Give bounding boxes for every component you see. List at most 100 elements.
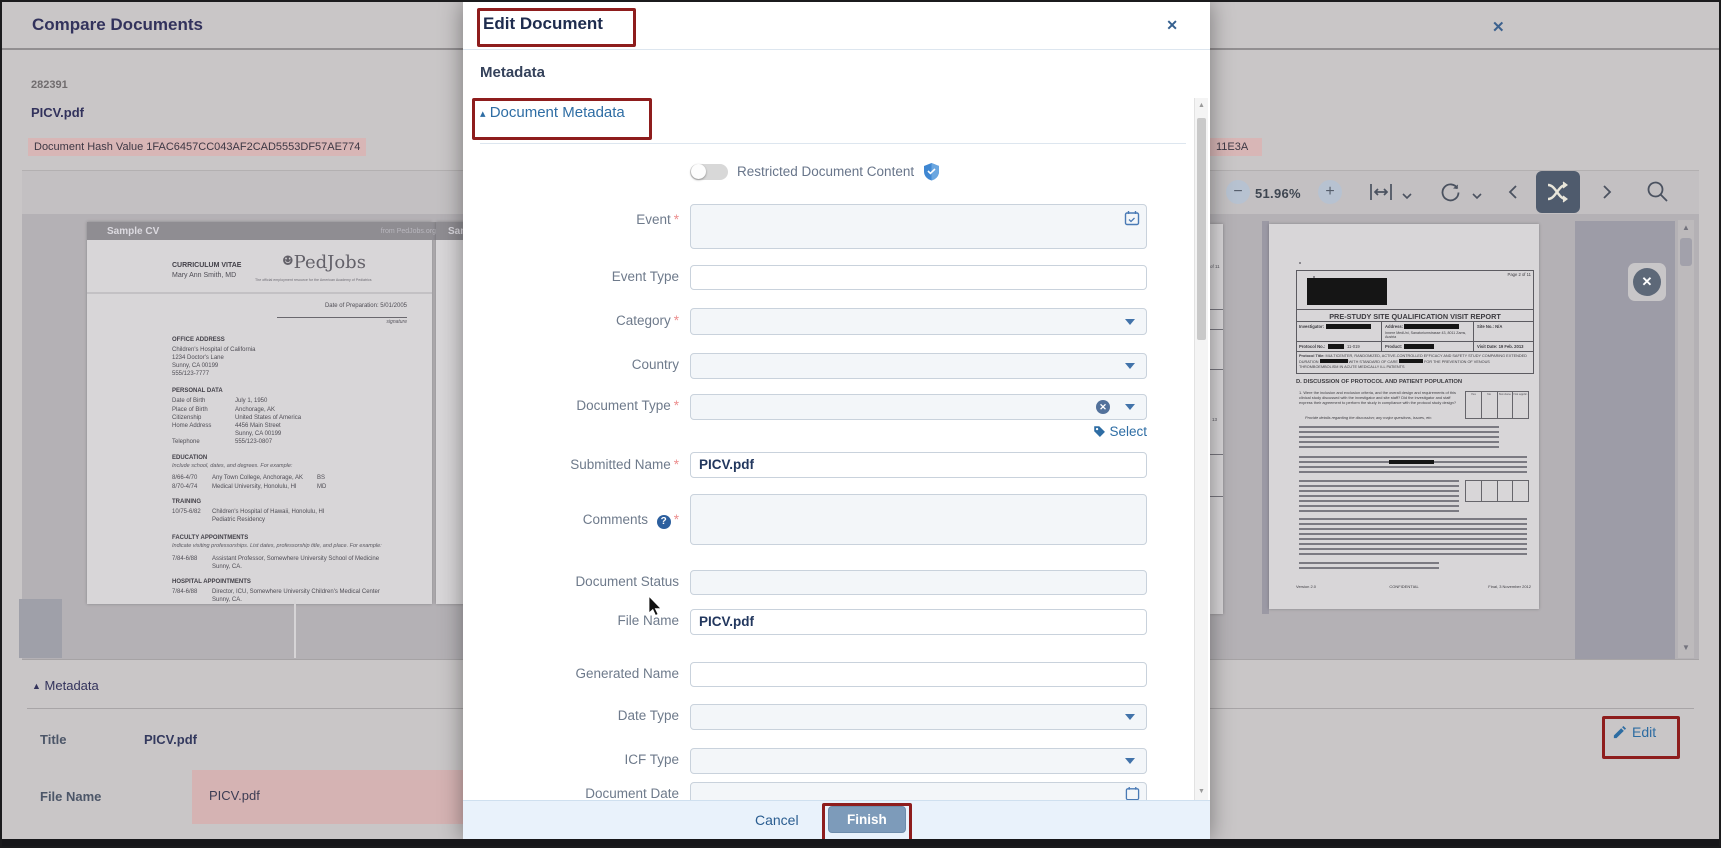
compare-swap-button[interactable] [1536, 171, 1580, 213]
cv-line: MD [317, 483, 326, 491]
cell-border [1473, 322, 1474, 341]
cv-line: Any Town College, Anchorage, AK [212, 474, 303, 482]
previous-page-icon[interactable] [1506, 183, 1520, 206]
scrollbar-thumb[interactable] [1680, 238, 1692, 266]
document-status-label-row: Document Status [523, 574, 679, 589]
close-icon: ✕ [1633, 268, 1661, 296]
rotate-options-chevron-down-icon[interactable] [1471, 188, 1483, 206]
report-cell-text: Innere MedUni, Sanatoriumstrasse 43, 801… [1385, 331, 1470, 340]
cv-line: Director, ICU, Somewhere University Chil… [212, 588, 380, 596]
report-cell-label: Protocol Title: [1299, 354, 1324, 358]
metadata-row-filename-value: PICV.pdf [209, 788, 260, 803]
window-close-icon[interactable]: ✕ [1492, 18, 1505, 36]
scrollbar-thumb[interactable] [1197, 118, 1206, 340]
calendar-icon[interactable] [1124, 210, 1140, 229]
comments-label-row: Comments ?* [523, 512, 679, 529]
event-field[interactable] [690, 204, 1147, 249]
redaction-box [1404, 344, 1434, 349]
preview-scrollbar[interactable]: ▲ ▼ [1678, 220, 1694, 658]
metadata-header-label: Metadata [45, 678, 99, 693]
comments-textarea[interactable] [690, 494, 1147, 545]
event-label-row: Event* [523, 212, 679, 227]
required-marker: * [674, 313, 679, 328]
chevron-down-icon[interactable] [1125, 319, 1135, 325]
edit-button[interactable]: Edit [1612, 724, 1656, 740]
restricted-content-toggle[interactable] [690, 164, 728, 180]
cv-line: Include school, dates, and degrees. For … [172, 463, 292, 469]
file-name-label-row: File Name [523, 613, 679, 628]
field-label: Document Date [585, 786, 679, 800]
report-cell-text: 11-019 [1347, 344, 1360, 349]
scroll-down-icon[interactable]: ▼ [1682, 644, 1690, 652]
document-metadata-collapse[interactable]: ▴ Document Metadata [480, 104, 625, 121]
report-cell-label: Investigator: [1299, 324, 1324, 329]
redaction-box [1328, 344, 1344, 349]
date-type-label-row: Date Type [523, 708, 679, 723]
report-page-2: Page 2 of 11 PRE-STUDY SITE QUALIFICATIO… [1269, 224, 1539, 609]
rotate-icon[interactable] [1438, 180, 1463, 210]
modal-header-divider [463, 49, 1210, 50]
cv-personal-heading: PERSONAL DATA [172, 388, 223, 394]
submitted-name-field[interactable]: PICV.pdf [690, 452, 1147, 478]
restricted-content-label: Restricted Document Content [737, 164, 914, 179]
required-marker: * [674, 212, 679, 227]
pane-divider [1262, 221, 1269, 614]
cv-title: CURRICULUM VITAE [172, 262, 241, 269]
icf-type-select[interactable] [690, 748, 1147, 774]
chevron-down-icon[interactable] [1125, 363, 1135, 369]
grid-cell [1466, 481, 1481, 501]
fit-width-icon[interactable] [1368, 181, 1394, 208]
search-icon[interactable] [1644, 178, 1671, 210]
chevron-down-icon[interactable] [1125, 714, 1135, 720]
field-label: Event Type [612, 269, 679, 284]
file-name-field[interactable]: PICV.pdf [690, 609, 1147, 635]
fit-options-chevron-down-icon[interactable] [1401, 188, 1413, 206]
redaction-box [1389, 460, 1434, 464]
cv-line: 555/123-7777 [172, 370, 209, 378]
date-type-select[interactable] [690, 704, 1147, 730]
document-type-select[interactable]: ✕ [690, 394, 1147, 420]
zoom-in-button[interactable]: + [1318, 180, 1342, 204]
modal-scrollbar[interactable]: ▲ ▼ [1194, 98, 1208, 800]
metadata-row-title-value: PICV.pdf [144, 732, 197, 747]
chevron-down-icon[interactable] [1125, 404, 1135, 410]
field-label: Generated Name [575, 666, 679, 681]
report-question-1-note: Provide details regarding the discussion… [1305, 415, 1455, 420]
metadata-row-filename-label: File Name [40, 789, 101, 804]
shield-icon [923, 162, 940, 181]
chevron-down-icon[interactable] [1125, 758, 1135, 764]
cancel-button[interactable]: Cancel [755, 812, 799, 828]
submitted-name-label-row: Submitted Name* [523, 457, 679, 472]
cv-line: July 1, 1950 [235, 397, 267, 405]
category-select[interactable] [690, 308, 1147, 335]
report-sliver-note: of 11 [1210, 264, 1220, 269]
report-title: PRE-STUDY SITE QUALIFICATION VISIT REPOR… [1296, 309, 1534, 322]
scroll-up-icon[interactable]: ▲ [1198, 102, 1205, 109]
metadata-collapse[interactable]: ▲ Metadata [32, 678, 99, 693]
close-preview-button[interactable]: ✕ [1628, 263, 1666, 301]
cv-line: Sunny, CA. [212, 596, 242, 604]
field-label: Country [632, 357, 679, 372]
scroll-up-icon[interactable]: ▲ [1682, 224, 1690, 232]
help-icon[interactable]: ? [657, 515, 671, 529]
document-status-field[interactable] [690, 570, 1147, 595]
scroll-down-icon[interactable]: ▼ [1198, 788, 1205, 795]
generated-name-field[interactable] [690, 662, 1147, 687]
cv-line: 8/70-4/74 [172, 483, 197, 491]
modal-close-icon[interactable]: ✕ [1166, 17, 1178, 34]
cv-logo-band: CURRICULUM VITAE Mary Ann Smith, MD ☻Ped… [87, 240, 432, 294]
select-link[interactable]: Select [1093, 424, 1147, 439]
cv-line: 7/84-6/88 [172, 555, 197, 563]
event-type-field[interactable] [690, 265, 1147, 290]
country-select[interactable] [690, 353, 1147, 379]
metadata-row-title-label: Title [40, 732, 67, 747]
finish-button[interactable]: Finish [828, 806, 906, 833]
cv-line: Sunny, CA. [212, 563, 242, 571]
report-paragraph-blur [1299, 562, 1439, 572]
zoom-out-button[interactable]: − [1226, 180, 1250, 204]
cv-line: Children's Hospital of Hawaii, Honolulu,… [212, 508, 325, 516]
clear-icon[interactable]: ✕ [1096, 400, 1110, 414]
next-page-icon[interactable] [1600, 183, 1614, 206]
speckle [1299, 262, 1301, 264]
document-id: 282391 [31, 79, 68, 91]
